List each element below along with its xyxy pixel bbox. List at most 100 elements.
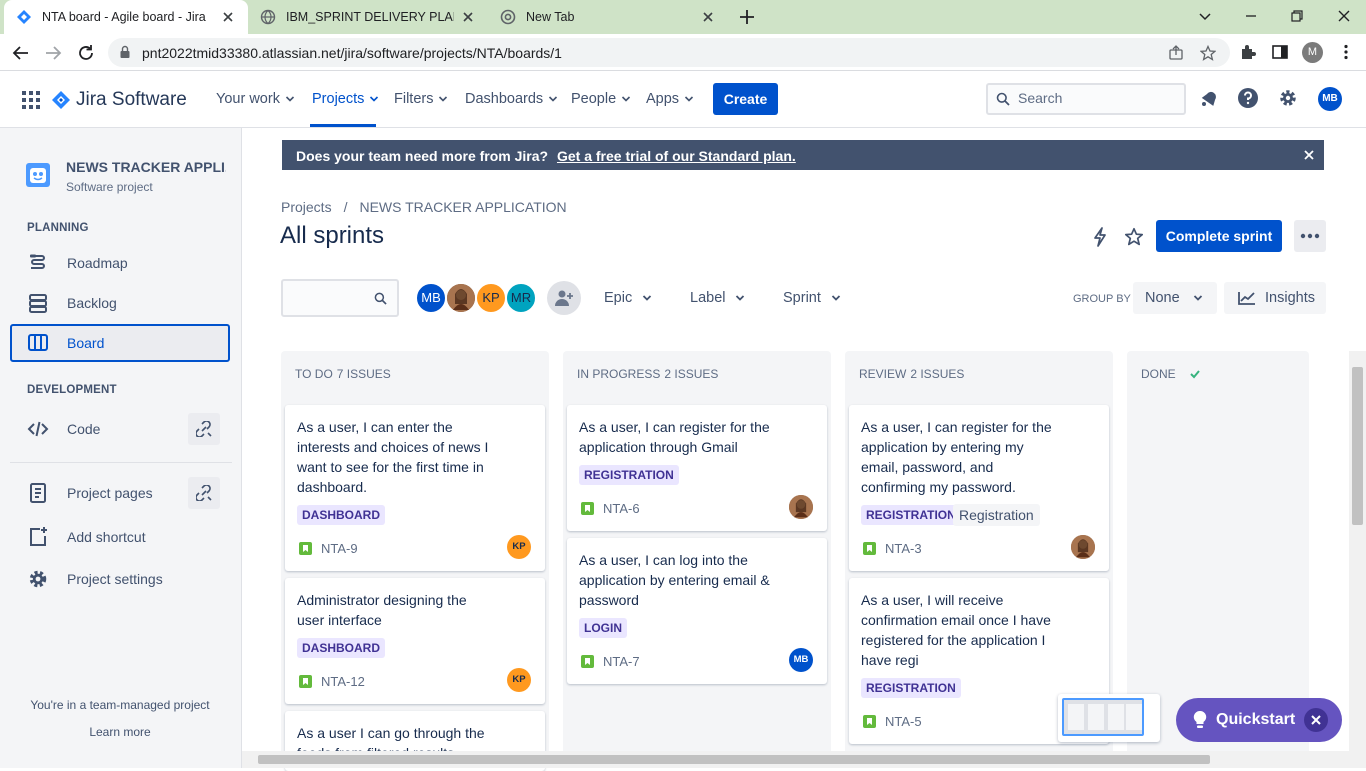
project-name[interactable]: NEWS TRACKER APPLI... xyxy=(66,159,226,175)
issue-key[interactable]: NTA-5 xyxy=(885,714,922,729)
create-button[interactable]: Create xyxy=(713,83,778,115)
assignee-avatar[interactable]: MB xyxy=(789,648,813,672)
story-icon xyxy=(863,542,876,555)
filter-avatar-kp[interactable]: KP xyxy=(475,282,507,314)
issue-card[interactable]: As a user, I can log into the applicatio… xyxy=(567,538,827,684)
board-horizontal-scrollbar[interactable] xyxy=(242,751,1366,768)
side-panel-icon[interactable] xyxy=(1271,43,1289,61)
issue-summary: As a user, I will receive confirmation e… xyxy=(861,592,1051,668)
sidebar-item-backlog[interactable]: Backlog xyxy=(10,284,230,322)
issue-key[interactable]: NTA-3 xyxy=(885,541,922,556)
close-tab-icon[interactable] xyxy=(220,9,236,25)
url-field[interactable]: pnt2022tmid33380.atlassian.net/jira/soft… xyxy=(108,38,1230,67)
issue-card[interactable]: As a user, I can enter the interests and… xyxy=(285,405,545,571)
issue-summary: Administrator designing the user interfa… xyxy=(297,592,467,628)
sidebar-item-board[interactable]: Board xyxy=(10,324,230,362)
board-vertical-scrollbar[interactable] xyxy=(1349,351,1366,751)
nav-your-work[interactable]: Your work xyxy=(216,91,295,107)
search-input[interactable] xyxy=(1018,90,1168,106)
complete-sprint-button[interactable]: Complete sprint xyxy=(1156,220,1282,252)
automation-lightning-icon[interactable] xyxy=(1090,227,1110,247)
quickstart-close-button[interactable] xyxy=(1304,708,1328,732)
browser-menu-icon[interactable] xyxy=(1337,43,1355,61)
share-icon[interactable] xyxy=(1168,45,1184,61)
back-icon[interactable] xyxy=(11,43,31,63)
sidebar-item-roadmap[interactable]: Roadmap xyxy=(10,244,230,282)
browser-profile-avatar[interactable]: M xyxy=(1302,42,1323,63)
star-icon[interactable] xyxy=(1124,227,1144,247)
story-icon xyxy=(299,542,312,555)
quickstart-button[interactable]: Quickstart xyxy=(1176,698,1342,742)
assignee-avatar-photo[interactable] xyxy=(1071,535,1095,559)
restore-icon[interactable] xyxy=(1289,8,1305,24)
minimize-icon[interactable] xyxy=(1243,8,1259,24)
close-banner-icon[interactable] xyxy=(1304,150,1314,160)
code-link-button[interactable] xyxy=(188,413,220,445)
learn-more-link[interactable]: Learn more xyxy=(0,725,240,739)
new-tab-icon[interactable] xyxy=(738,8,756,26)
sprint-filter[interactable]: Sprint xyxy=(783,290,841,306)
issue-card[interactable]: As a user, I can register for the applic… xyxy=(849,405,1109,571)
sidebar-item-add-shortcut[interactable]: Add shortcut xyxy=(10,518,230,556)
help-icon[interactable] xyxy=(1237,87,1259,109)
sidebar-item-label: Project pages xyxy=(67,485,153,501)
reload-icon[interactable] xyxy=(76,43,96,63)
search-field[interactable] xyxy=(986,83,1186,115)
chevron-down-icon xyxy=(643,295,652,301)
filter-avatar-photo[interactable] xyxy=(445,282,477,314)
bookmark-star-icon[interactable] xyxy=(1200,45,1216,61)
browser-tab-jira[interactable]: NTA board - Agile board - Jira xyxy=(4,0,248,34)
user-avatar[interactable]: MB xyxy=(1318,87,1342,111)
filter-avatar-mr[interactable]: MR xyxy=(505,282,537,314)
sidebar-item-project-pages[interactable]: Project pages xyxy=(10,474,230,512)
label-filter[interactable]: Label xyxy=(690,290,745,306)
extensions-puzzle-icon[interactable] xyxy=(1239,43,1257,61)
add-people-button[interactable] xyxy=(547,281,581,315)
close-window-icon[interactable] xyxy=(1336,8,1352,24)
add-person-icon xyxy=(555,290,573,306)
banner-trial-link[interactable]: Get a free trial of our Standard plan. xyxy=(557,148,796,164)
insights-button[interactable]: Insights xyxy=(1224,282,1326,314)
chevron-down-icon xyxy=(285,96,295,102)
quickstart-label: Quickstart xyxy=(1216,711,1296,728)
issue-card[interactable]: Administrator designing the user interfa… xyxy=(285,578,545,704)
issue-key[interactable]: NTA-12 xyxy=(321,674,365,689)
browser-tab-doc[interactable]: IBM_SPRINT DELIVERY PLAN.doc xyxy=(248,0,488,34)
assignee-avatar[interactable]: KP xyxy=(507,535,531,559)
project-pages-link-button[interactable] xyxy=(188,477,220,509)
issue-card[interactable]: As a user, I can register for the applic… xyxy=(567,405,827,531)
close-tab-icon[interactable] xyxy=(460,9,476,25)
app-switcher-icon[interactable] xyxy=(22,91,40,109)
epic-filter[interactable]: Epic xyxy=(604,290,652,306)
issue-key[interactable]: NTA-7 xyxy=(603,654,640,669)
issue-key[interactable]: NTA-6 xyxy=(603,501,640,516)
settings-gear-icon[interactable] xyxy=(1277,87,1299,109)
sidebar-item-project-settings[interactable]: Project settings xyxy=(10,560,230,598)
notifications-bell-icon[interactable] xyxy=(1198,87,1220,109)
browser-tab-newtab[interactable]: New Tab xyxy=(488,0,728,34)
issue-key[interactable]: NTA-9 xyxy=(321,541,358,556)
nav-apps[interactable]: Apps xyxy=(646,91,694,107)
sidebar-item-code[interactable]: Code xyxy=(10,410,230,448)
forward-icon[interactable] xyxy=(43,43,63,63)
more-actions-button[interactable] xyxy=(1294,220,1326,252)
group-by-select[interactable]: None xyxy=(1133,282,1217,314)
project-type: Software project xyxy=(66,180,153,194)
breadcrumb-projects[interactable]: Projects xyxy=(281,199,332,215)
nav-people[interactable]: People xyxy=(571,91,631,107)
jira-logo[interactable]: Jira Software xyxy=(52,89,187,111)
nav-dashboards[interactable]: Dashboards xyxy=(465,91,558,107)
breadcrumb-project[interactable]: NEWS TRACKER APPLICATION xyxy=(359,199,566,215)
scrollbar-thumb[interactable] xyxy=(1352,367,1363,525)
scrollbar-thumb[interactable] xyxy=(258,755,1210,764)
nav-filters[interactable]: Filters xyxy=(394,91,448,107)
assignee-avatar[interactable]: KP xyxy=(507,668,531,692)
close-tab-icon[interactable] xyxy=(700,9,716,25)
board-search-input[interactable] xyxy=(281,279,399,317)
nav-projects[interactable]: Projects xyxy=(312,91,379,107)
minimap-viewport[interactable] xyxy=(1062,698,1144,736)
filter-avatar-mb[interactable]: MB xyxy=(415,282,447,314)
assignee-avatar-photo[interactable] xyxy=(789,495,813,519)
tab-search-chevron-icon[interactable] xyxy=(1197,8,1213,24)
board-minimap[interactable] xyxy=(1058,694,1160,742)
